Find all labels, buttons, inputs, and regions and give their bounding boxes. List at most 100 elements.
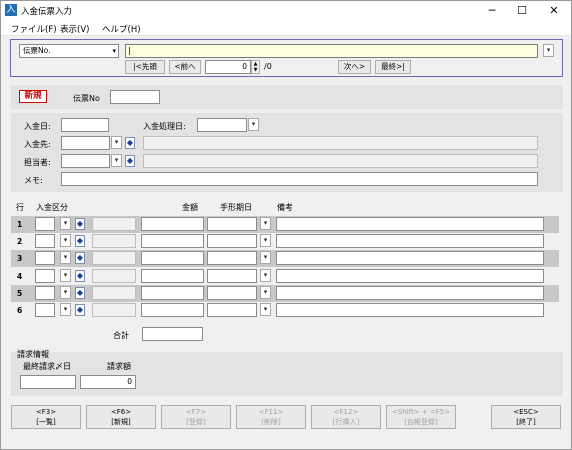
total-count: /0 — [264, 62, 272, 71]
col-header-remarks: 備考 — [277, 203, 293, 212]
staff-lookup-icon[interactable]: ◆ — [125, 155, 135, 167]
category-code-field[interactable] — [35, 286, 55, 300]
category-lookup-icon[interactable]: ◆ — [75, 235, 85, 247]
category-lookup-icon[interactable]: ◆ — [75, 287, 85, 299]
f11-delete-button[interactable]: <F11> [削除] — [236, 405, 306, 429]
amount-field[interactable] — [141, 286, 204, 300]
category-code-field[interactable] — [35, 269, 55, 283]
process-date-label: 入金処理日: — [143, 122, 186, 131]
payer-lookup-icon[interactable]: ◆ — [125, 137, 135, 149]
menu-help[interactable]: ヘルプ(H) — [102, 23, 141, 35]
category-code-field[interactable] — [35, 234, 55, 248]
shift-f5-label: [台帳登録] — [404, 418, 438, 426]
bill-due-date-dropdown[interactable]: ▾ — [260, 251, 271, 264]
remarks-field[interactable] — [276, 234, 544, 248]
menu-view[interactable]: 表示(V) — [60, 23, 89, 35]
process-date-field[interactable] — [197, 118, 247, 132]
search-input[interactable]: | — [125, 44, 538, 58]
next-button[interactable]: 次へ> — [338, 60, 371, 74]
category-name-field — [92, 269, 136, 283]
staff-code-field[interactable] — [61, 154, 110, 168]
amount-field[interactable] — [141, 269, 204, 283]
billing-panel: 請求情報 最終請求〆日 請求額 0 — [11, 349, 563, 396]
esc-exit-button[interactable]: <ESC> [終了] — [491, 405, 561, 429]
category-name-field — [92, 234, 136, 248]
category-lookup-icon[interactable]: ◆ — [75, 218, 85, 230]
amount-field[interactable] — [141, 303, 204, 317]
payer-dropdown[interactable]: ▾ — [111, 136, 122, 149]
bill-due-date-dropdown[interactable]: ▾ — [260, 303, 271, 316]
memo-label: メモ: — [24, 176, 43, 185]
maximize-button[interactable]: ☐ — [507, 1, 537, 20]
search-dropdown-button[interactable]: ▾ — [543, 44, 554, 57]
bill-due-date-dropdown[interactable]: ▾ — [260, 234, 271, 247]
amount-field[interactable] — [141, 217, 204, 231]
category-name-field — [92, 303, 136, 317]
window-title: 入金伝票入力 — [21, 7, 73, 17]
remarks-field[interactable] — [276, 251, 544, 265]
remarks-field[interactable] — [276, 286, 544, 300]
prev-button[interactable]: <前へ — [169, 60, 201, 74]
bill-due-date-field[interactable] — [207, 251, 257, 265]
position-input[interactable]: 0 — [205, 60, 251, 74]
f7-register-button[interactable]: <F7> [登録] — [161, 405, 231, 429]
bill-due-date-field[interactable] — [207, 234, 257, 248]
payer-code-field[interactable] — [61, 136, 110, 150]
col-header-category: 入金区分 — [36, 203, 68, 212]
remarks-field[interactable] — [276, 303, 544, 317]
category-dropdown[interactable]: ▾ — [60, 234, 71, 247]
category-lookup-icon[interactable]: ◆ — [75, 270, 85, 282]
grid-row: 2 ▾ ◆ ▾ — [11, 233, 559, 250]
spin-down-icon[interactable]: ▼ — [252, 67, 259, 73]
position-spinner[interactable]: ▲ ▼ — [251, 60, 260, 74]
bill-due-date-field[interactable] — [207, 217, 257, 231]
f6-new-button[interactable]: <F6> [新規] — [86, 405, 156, 429]
bill-due-date-dropdown[interactable]: ▾ — [260, 269, 271, 282]
bill-due-date-dropdown[interactable]: ▾ — [260, 217, 271, 230]
grid-row: 1 ▾ ◆ ▾ — [11, 216, 559, 233]
f3-list-button[interactable]: <F3> [一覧] — [11, 405, 81, 429]
category-name-field — [92, 217, 136, 231]
bill-due-date-field[interactable] — [207, 269, 257, 283]
minimize-button[interactable]: ─ — [477, 1, 507, 20]
process-date-dropdown[interactable]: ▾ — [248, 118, 259, 131]
bill-due-date-dropdown[interactable]: ▾ — [260, 286, 271, 299]
title-bar: 入 入金伝票入力 ─ ☐ ✕ — [1, 1, 571, 20]
f11-label: [削除] — [261, 418, 281, 426]
f12-insert-row-button[interactable]: <F12> [行挿入] — [311, 405, 381, 429]
category-dropdown[interactable]: ▾ — [60, 269, 71, 282]
category-code-field[interactable] — [35, 217, 55, 231]
shift-f5-ledger-button[interactable]: <Shift> + <F5> [台帳登録] — [386, 405, 456, 429]
category-lookup-icon[interactable]: ◆ — [75, 252, 85, 264]
category-dropdown[interactable]: ▾ — [60, 217, 71, 230]
last-button[interactable]: 最終>| — [375, 60, 411, 74]
bill-due-date-field[interactable] — [207, 286, 257, 300]
category-code-field[interactable] — [35, 251, 55, 265]
esc-key: <ESC> — [513, 408, 539, 416]
header-form: 入金日: 入金処理日: ▾ 入金先: ▾ ◆ 担当者: ▾ ◆ メモ: — [11, 113, 563, 192]
amount-field[interactable] — [141, 251, 204, 265]
category-dropdown[interactable]: ▾ — [60, 251, 71, 264]
category-dropdown[interactable]: ▾ — [60, 286, 71, 299]
remarks-field[interactable] — [276, 217, 544, 231]
first-button[interactable]: |<先頭 — [125, 60, 165, 74]
row-number: 3 — [17, 254, 23, 263]
new-mode-badge: 新規 — [19, 90, 47, 103]
staff-dropdown[interactable]: ▾ — [111, 154, 122, 167]
category-code-field[interactable] — [35, 303, 55, 317]
receipt-date-field[interactable] — [61, 118, 109, 132]
f12-label: [行挿入] — [332, 418, 360, 426]
slip-no-field[interactable] — [110, 90, 160, 104]
amount-field[interactable] — [141, 234, 204, 248]
remarks-field[interactable] — [276, 269, 544, 283]
menu-file[interactable]: ファイル(F) — [11, 23, 57, 35]
payer-label: 入金先: — [24, 140, 51, 149]
col-header-bill-due-date: 手形期日 — [220, 203, 252, 212]
category-lookup-icon[interactable]: ◆ — [75, 304, 85, 316]
search-type-select[interactable]: 伝票No. ▾ — [19, 44, 119, 58]
category-dropdown[interactable]: ▾ — [60, 303, 71, 316]
bill-due-date-field[interactable] — [207, 303, 257, 317]
last-billing-date-label: 最終請求〆日 — [23, 362, 71, 371]
memo-field[interactable] — [61, 172, 538, 186]
close-button[interactable]: ✕ — [539, 1, 569, 20]
